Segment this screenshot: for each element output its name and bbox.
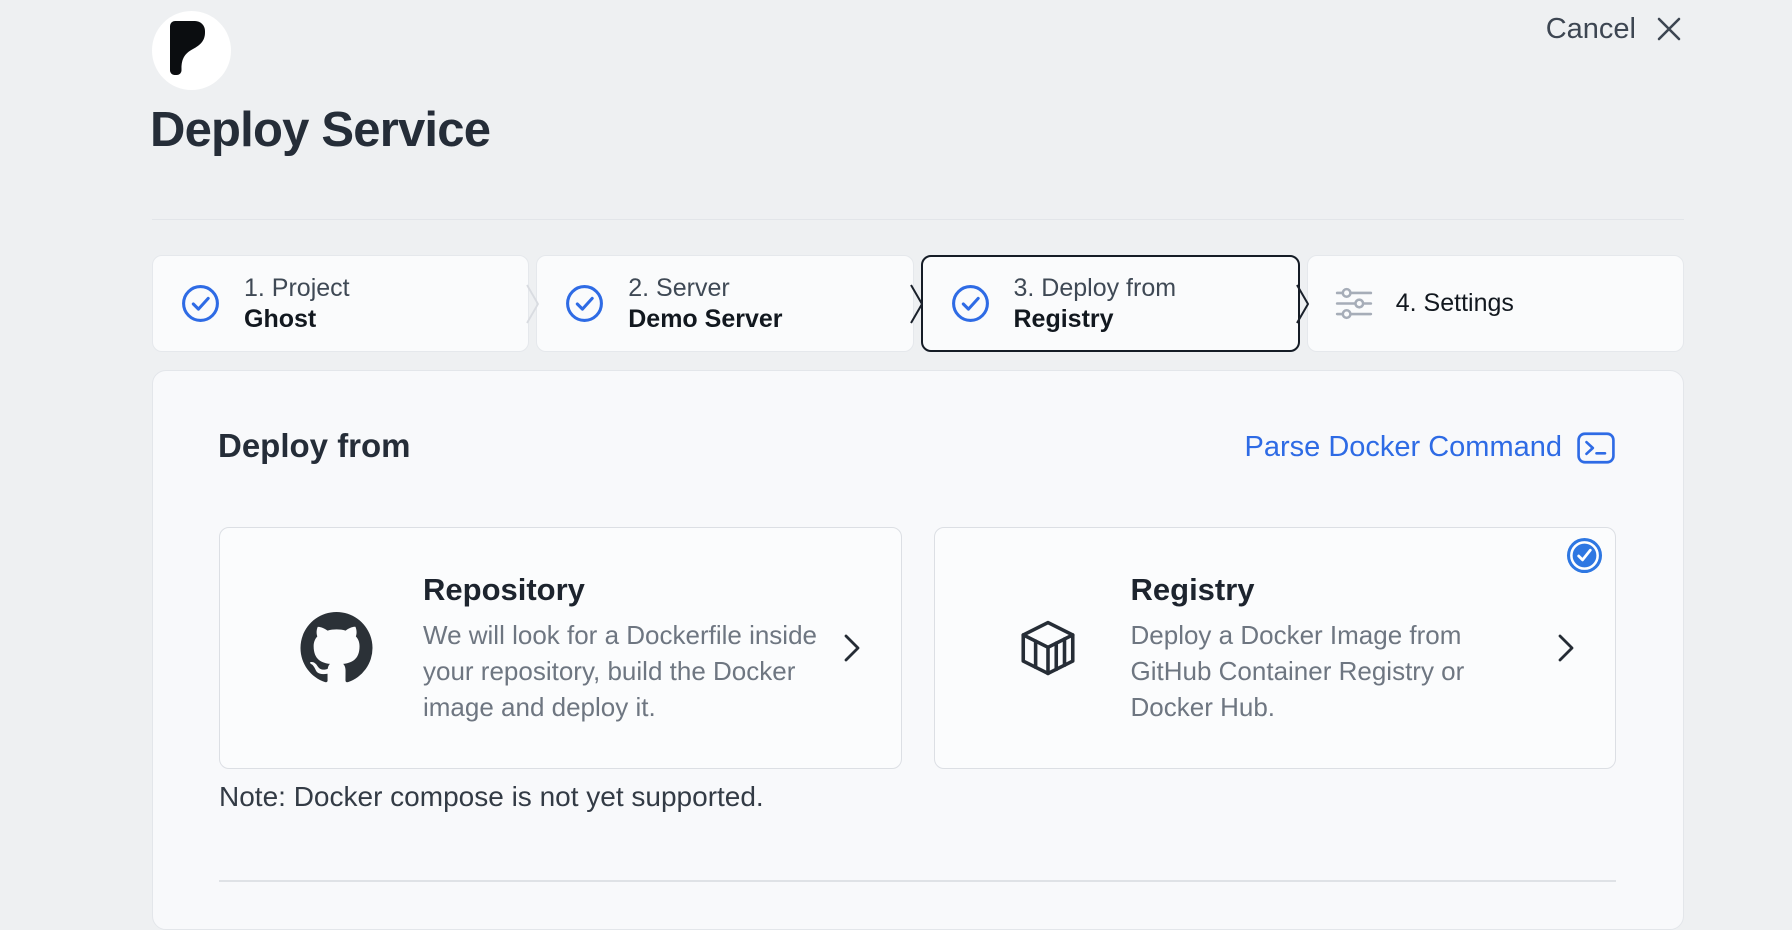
page-title: Deploy Service: [150, 102, 490, 158]
chevron-right-icon: [1555, 631, 1577, 665]
step-label: 3. Deploy from: [1014, 273, 1177, 304]
section-divider: [219, 880, 1616, 882]
cancel-button[interactable]: Cancel: [1546, 14, 1684, 44]
step-label: 1. Project: [244, 273, 350, 304]
option-title: Repository: [423, 572, 827, 608]
step-value: Demo Server: [628, 304, 782, 335]
step-label: 2. Server: [628, 273, 782, 304]
option-card-repository[interactable]: Repository We will look for a Dockerfile…: [219, 527, 902, 769]
cancel-label: Cancel: [1546, 15, 1636, 44]
terminal-icon: [1577, 432, 1615, 464]
step-label: 4. Settings: [1396, 288, 1514, 319]
deploy-options: Repository We will look for a Dockerfile…: [219, 527, 1616, 769]
step-separator: [914, 255, 921, 352]
close-icon[interactable]: [1654, 14, 1684, 44]
header-divider: [152, 219, 1684, 220]
package-icon: [1015, 615, 1081, 681]
sliders-icon: [1335, 287, 1373, 320]
option-title: Registry: [1131, 572, 1542, 608]
selected-check-badge-icon: [1566, 537, 1603, 574]
app-logo: [152, 11, 231, 90]
chevron-right-icon: [841, 631, 863, 665]
step-separator: [1300, 255, 1307, 352]
github-icon: [300, 612, 373, 684]
parse-docker-command-link[interactable]: Parse Docker Command: [1245, 431, 1616, 464]
deploy-panel: Deploy from Parse Docker Command Reposit…: [152, 370, 1684, 930]
parse-docker-command-label: Parse Docker Command: [1245, 431, 1563, 464]
check-circle-icon: [564, 283, 605, 324]
check-circle-icon: [950, 283, 991, 324]
option-description: We will look for a Dockerfile inside you…: [423, 617, 827, 725]
step-value: Registry: [1014, 304, 1177, 335]
check-circle-icon: [180, 283, 221, 324]
step-separator: [529, 255, 536, 352]
step-server[interactable]: 2. Server Demo Server: [536, 255, 913, 352]
step-project[interactable]: 1. Project Ghost: [152, 255, 529, 352]
stepper: 1. Project Ghost 2. Server Demo Server 3…: [152, 255, 1684, 352]
step-deploy-from[interactable]: 3. Deploy from Registry: [921, 255, 1300, 352]
option-description: Deploy a Docker Image from GitHub Contai…: [1131, 617, 1542, 725]
note-text: Note: Docker compose is not yet supporte…: [219, 781, 764, 813]
section-title: Deploy from: [218, 427, 411, 465]
step-value: Ghost: [244, 304, 350, 335]
app-logo-mark: [152, 11, 231, 90]
step-settings[interactable]: 4. Settings: [1307, 255, 1684, 352]
option-card-registry[interactable]: Registry Deploy a Docker Image from GitH…: [934, 527, 1617, 769]
